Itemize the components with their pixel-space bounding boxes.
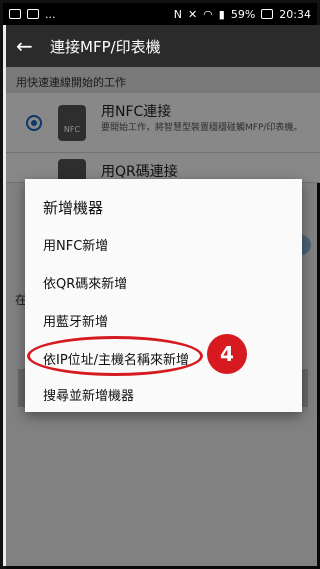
mute-icon: ✕	[187, 7, 198, 21]
add-device-dialog: 新增機器 用NFC新增 依QR碼來新增 用藍牙新增 依IP位址/主機名稱來新增 …	[25, 179, 302, 412]
app-bar: ← 連接MFP/印表機	[6, 25, 320, 67]
status-left: ...	[9, 8, 56, 21]
battery-icon	[261, 9, 274, 19]
step-badge: 4	[207, 334, 247, 374]
status-ellipsis: ...	[45, 7, 56, 21]
menu-add-nfc[interactable]: 用NFC新增	[43, 235, 108, 254]
battery-level: 59%	[230, 7, 256, 21]
image-icon	[9, 9, 21, 19]
nfc-icon: N	[173, 7, 182, 21]
back-arrow-icon[interactable]: ←	[16, 34, 40, 58]
phone-screen: ... N ✕ ◠ ▮ 59% 20:34 ← 連接MFP/印表機 用快速連線開…	[0, 0, 320, 569]
status-right: N ✕ ◠ ▮ 59% 20:34	[174, 8, 311, 21]
menu-add-bluetooth[interactable]: 用藍牙新增	[43, 311, 108, 330]
wifi-icon: ◠	[203, 7, 213, 21]
gallery-icon	[27, 9, 39, 19]
highlight-ellipse	[27, 336, 203, 376]
page-title: 連接MFP/印表機	[50, 37, 161, 56]
signal-icon: ▮	[218, 7, 225, 21]
clock: 20:34	[279, 7, 311, 21]
menu-add-qr[interactable]: 依QR碼來新增	[43, 273, 127, 292]
dialog-title: 新增機器	[43, 199, 104, 217]
status-bar: ... N ✕ ◠ ▮ 59% 20:34	[3, 3, 317, 25]
menu-search-add[interactable]: 搜尋並新增機器	[43, 385, 134, 404]
